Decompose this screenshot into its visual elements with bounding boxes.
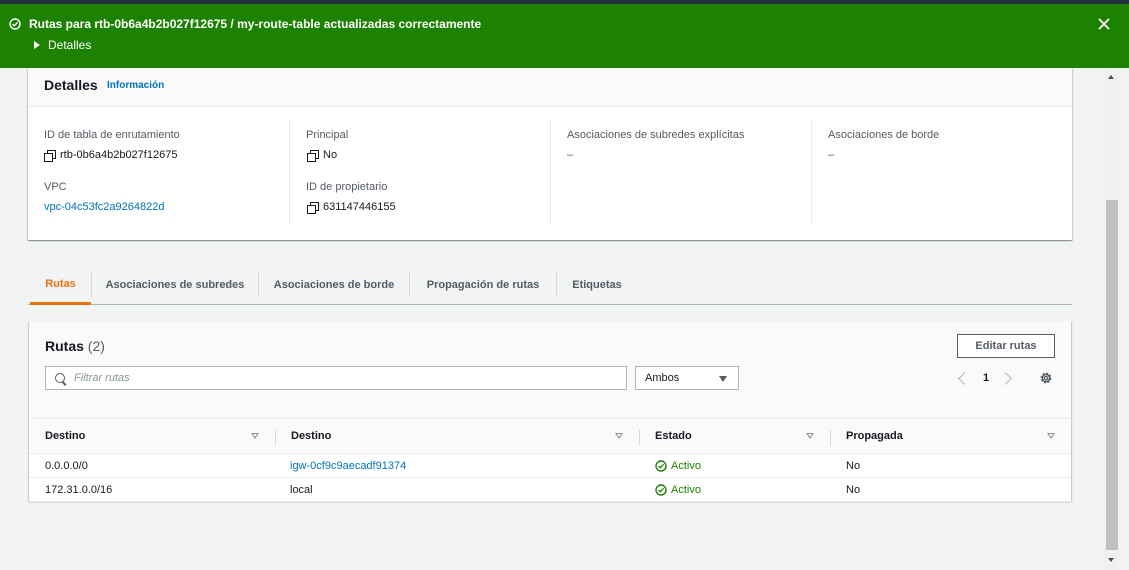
edit-routes-button[interactable]: Editar rutas	[957, 334, 1055, 358]
copy-icon[interactable]	[307, 201, 319, 214]
subnet-assoc-label: Asociaciones de subredes explícitas	[567, 129, 745, 141]
search-input[interactable]	[74, 370, 614, 386]
chevron-left-icon[interactable]	[958, 371, 971, 385]
scroll-up-arrow-icon[interactable]	[1108, 75, 1114, 79]
routes-count: (2)	[87, 338, 105, 354]
details-column-4: Asociaciones de borde –	[811, 120, 1072, 224]
column-header-label: Destino	[291, 430, 332, 442]
details-column-2: Principal No ID de propietario 631147446…	[289, 120, 550, 224]
tab-subnet-associations[interactable]: Asociaciones de subredes	[92, 265, 258, 304]
tab-bar: Rutas Asociaciones de subredes Asociacio…	[28, 265, 1072, 305]
flash-details-toggle[interactable]: Detalles	[34, 38, 91, 52]
chevron-right-icon[interactable]	[999, 371, 1012, 385]
column-header-status[interactable]: Estado	[639, 419, 830, 453]
page-number[interactable]: 1	[983, 372, 989, 384]
status-badge: Activo	[655, 460, 701, 472]
sort-icon[interactable]	[806, 433, 814, 439]
column-header-propagated[interactable]: Propagada	[830, 419, 1071, 453]
routes-title: Rutas (2)	[45, 338, 105, 354]
details-column-3: Asociaciones de subredes explícitas –	[550, 120, 811, 224]
scrollbar-thumb[interactable]	[1106, 200, 1118, 550]
sort-icon[interactable]	[615, 433, 623, 439]
status-text: Activo	[671, 484, 701, 496]
owner-value: 631147446155	[307, 201, 396, 214]
column-header-target[interactable]: Destino	[275, 419, 639, 453]
edge-assoc-label: Asociaciones de borde	[828, 129, 940, 141]
details-title: Detalles	[44, 77, 98, 93]
gear-icon[interactable]	[1039, 371, 1053, 385]
route-filter[interactable]	[45, 366, 627, 390]
cell-status: Activo	[655, 478, 701, 502]
tab-tags[interactable]: Etiquetas	[557, 265, 637, 304]
main-text: No	[323, 149, 338, 161]
tab-route-propagation[interactable]: Propagación de rutas	[410, 265, 556, 304]
copy-icon[interactable]	[307, 149, 319, 162]
flash-details-label: Detalles	[48, 38, 92, 52]
route-type-select[interactable]: Ambos	[635, 366, 739, 390]
details-header: Detalles Información	[28, 68, 1072, 107]
owner-label: ID de propietario	[306, 181, 388, 193]
tab-edge-associations[interactable]: Asociaciones de borde	[259, 265, 409, 304]
status-badge: Activo	[655, 484, 701, 496]
sort-icon[interactable]	[251, 433, 259, 439]
details-column-1: ID de tabla de enrutamiento rtb-0b6a4b2b…	[44, 120, 289, 224]
tab-routes[interactable]: Rutas	[30, 265, 91, 305]
main-label: Principal	[306, 129, 349, 141]
cell-status: Activo	[655, 454, 701, 478]
subnet-assoc-value: –	[567, 149, 574, 161]
route-type-value: Ambos	[645, 372, 680, 384]
table-row[interactable]: 172.31.0.0/16 local Activo No	[29, 478, 1071, 502]
pagination: 1	[954, 368, 1012, 388]
details-panel: Detalles Información ID de tabla de enru…	[28, 68, 1072, 240]
routes-header: Rutas (2) Editar rutas Ambos 1	[29, 321, 1071, 419]
scroll-down-arrow-icon[interactable]	[1108, 558, 1114, 562]
check-circle-icon	[655, 484, 667, 496]
column-header-label: Propagada	[846, 430, 903, 442]
routes-panel: Rutas (2) Editar rutas Ambos 1 Destino	[29, 321, 1071, 502]
success-flash-banner: Rutas para rtb-0b6a4b2b027f12675 / my-ro…	[0, 4, 1129, 68]
route-table-id-label: ID de tabla de enrutamiento	[44, 129, 180, 141]
check-circle-icon	[655, 460, 667, 472]
cell-destination: 0.0.0.0/0	[45, 460, 88, 472]
owner-text: 631147446155	[323, 201, 396, 213]
sort-icon[interactable]	[1047, 433, 1055, 439]
route-table-id-text: rtb-0b6a4b2b027f12675	[60, 149, 178, 161]
info-link[interactable]: Información	[107, 80, 164, 91]
close-icon[interactable]	[1097, 17, 1111, 31]
success-check-icon	[9, 18, 21, 30]
vpc-link[interactable]: vpc-04c53fc2a9264822d	[44, 201, 164, 213]
cell-destination: 172.31.0.0/16	[45, 484, 113, 496]
cell-propagated: No	[846, 484, 861, 496]
column-header-label: Destino	[45, 430, 86, 442]
vertical-scrollbar[interactable]	[1104, 68, 1119, 570]
window-edge	[1119, 68, 1129, 570]
caret-down-icon	[719, 376, 727, 382]
main-value: No	[307, 149, 338, 162]
cell-target: local	[290, 484, 313, 496]
cell-target-link[interactable]: igw-0cf9c9aecadf91374	[290, 454, 406, 478]
column-header-label: Estado	[655, 430, 692, 442]
search-icon	[55, 373, 65, 383]
column-header-destination[interactable]: Destino	[29, 419, 275, 453]
copy-icon[interactable]	[44, 149, 56, 162]
edge-assoc-value: –	[828, 149, 835, 161]
table-row[interactable]: 0.0.0.0/0 igw-0cf9c9aecadf91374 Activo N…	[29, 454, 1071, 478]
table-header: Destino Destino Estado Propagada	[29, 419, 1071, 454]
flash-message: Rutas para rtb-0b6a4b2b027f12675 / my-ro…	[29, 17, 482, 31]
cell-propagated: No	[846, 460, 861, 472]
caret-right-icon	[34, 41, 40, 49]
vpc-label: VPC	[44, 181, 67, 193]
route-table-id-value: rtb-0b6a4b2b027f12675	[44, 149, 178, 162]
routes-title-text: Rutas	[45, 338, 84, 354]
status-text: Activo	[671, 460, 701, 472]
